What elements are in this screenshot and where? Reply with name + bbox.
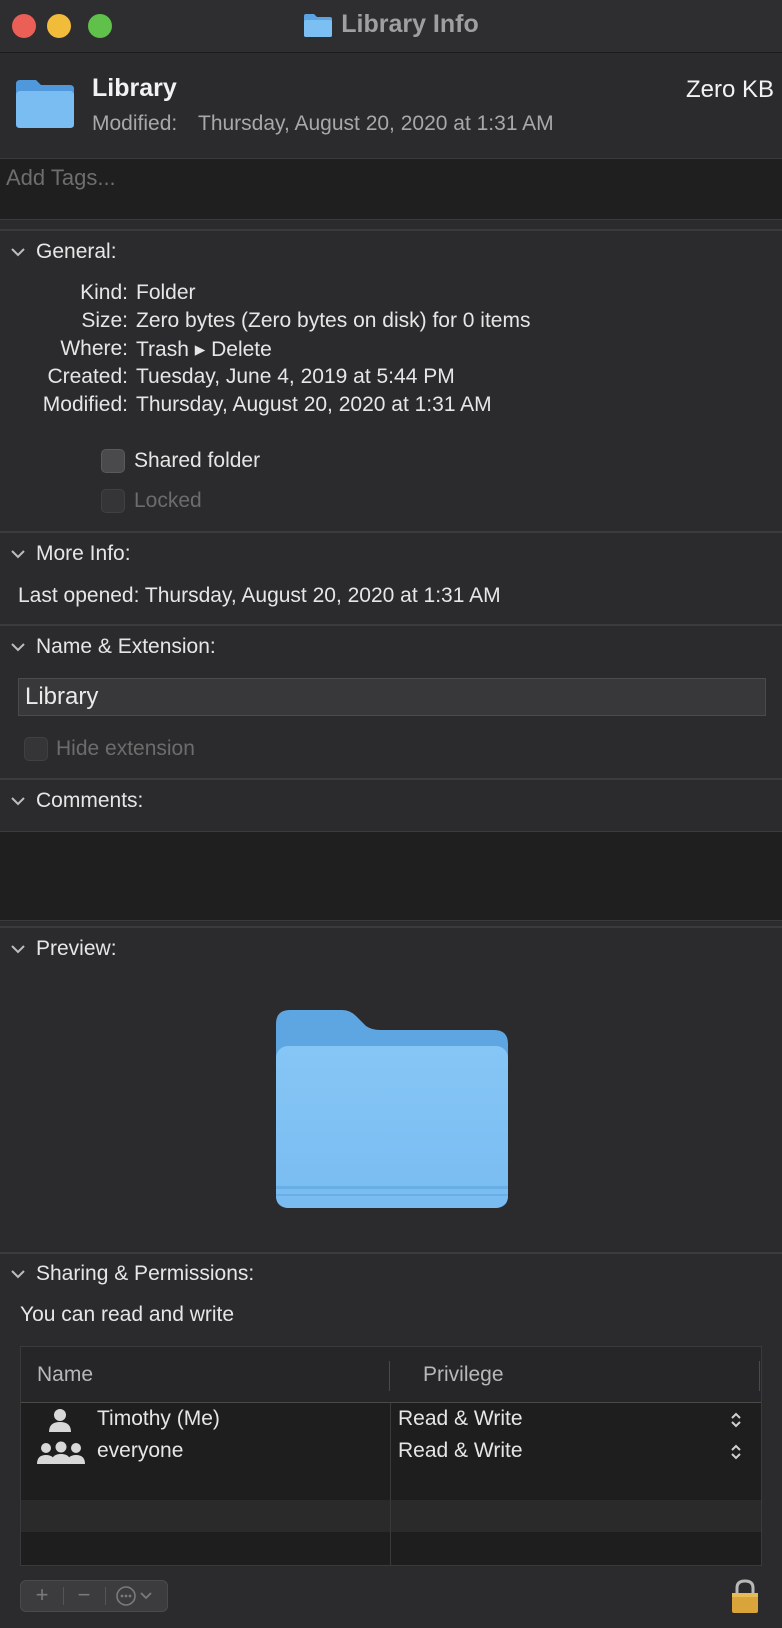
comments-textarea[interactable]	[0, 831, 782, 921]
created-label: Created:	[47, 365, 128, 388]
chevron-updown-icon[interactable]	[729, 1442, 743, 1462]
folder-icon	[14, 78, 76, 130]
comments-section-toggle[interactable]: Comments:	[10, 789, 143, 813]
group-icon	[37, 1440, 85, 1464]
window-title-wrap: Library Info	[0, 10, 782, 39]
column-separator	[390, 1403, 391, 1565]
remove-button[interactable]: −	[67, 1581, 101, 1611]
table-row[interactable]: Timothy (Me) Read & Write	[21, 1404, 761, 1436]
kind-label: Kind:	[80, 281, 128, 304]
modified-label: Modified:	[92, 112, 178, 135]
divider	[0, 926, 782, 928]
toolbar-separator	[63, 1587, 64, 1605]
preview-heading: Preview:	[36, 937, 117, 960]
where-value: Trash ▸ Delete	[136, 338, 272, 361]
last-opened-text: Last opened: Thursday, August 20, 2020 a…	[18, 584, 501, 607]
chevron-down-icon	[10, 794, 26, 808]
table-header: Name Privilege	[21, 1347, 761, 1403]
empty-row	[21, 1500, 761, 1532]
user-name: Timothy (Me)	[97, 1407, 220, 1430]
title-bar: Library Info	[0, 0, 782, 53]
modified-row-label: Modified:	[42, 393, 128, 416]
divider	[0, 778, 782, 780]
chevron-down-icon	[10, 245, 26, 259]
permission-toolbar: + −	[20, 1580, 168, 1612]
sharing-heading: Sharing & Permissions:	[36, 1262, 255, 1285]
divider	[0, 1252, 782, 1254]
locked-checkbox	[101, 489, 125, 513]
general-section-toggle[interactable]: General:	[10, 240, 117, 264]
general-heading: General:	[36, 240, 117, 263]
column-separator	[759, 1361, 760, 1391]
chevron-down-icon	[10, 640, 26, 654]
permissions-table: Name Privilege Timothy (Me) Read & Write…	[20, 1346, 762, 1566]
privilege-select[interactable]: Read & Write	[398, 1407, 523, 1431]
created-value: Tuesday, June 4, 2019 at 5:44 PM	[136, 365, 455, 388]
locked-label: Locked	[134, 489, 202, 512]
hide-extension-checkbox	[24, 737, 48, 761]
toolbar-separator	[105, 1587, 106, 1605]
file-name: Library	[92, 74, 177, 102]
file-size: Zero KB	[685, 76, 774, 103]
window-title: Library Info	[341, 10, 479, 38]
divider	[0, 229, 782, 231]
action-menu-button[interactable]	[111, 1581, 161, 1611]
size-label: Size:	[81, 309, 128, 332]
column-separator	[389, 1361, 390, 1391]
folder-preview-icon	[272, 1006, 512, 1212]
where-label: Where:	[60, 337, 128, 360]
divider	[0, 624, 782, 626]
name-input[interactable]: Library	[18, 678, 766, 716]
preview-section-toggle[interactable]: Preview:	[10, 937, 117, 961]
tags-field[interactable]: Add Tags...	[0, 158, 782, 220]
more-info-section-toggle[interactable]: More Info:	[10, 542, 131, 566]
modified-value: Thursday, August 20, 2020 at 1:31 AM	[198, 112, 554, 135]
add-button[interactable]: +	[25, 1581, 59, 1611]
name-extension-heading: Name & Extension:	[36, 635, 216, 658]
hide-extension-label: Hide extension	[56, 737, 195, 760]
table-row[interactable]: everyone Read & Write	[21, 1436, 761, 1468]
comments-heading: Comments:	[36, 789, 144, 812]
column-header-name[interactable]: Name	[37, 1363, 93, 1387]
chevron-down-icon	[10, 1267, 26, 1281]
column-header-privilege[interactable]: Privilege	[423, 1363, 504, 1387]
chevron-down-icon	[10, 547, 26, 561]
user-name: everyone	[97, 1439, 184, 1462]
modified-row-value: Thursday, August 20, 2020 at 1:31 AM	[136, 393, 492, 416]
empty-row	[21, 1532, 761, 1564]
more-info-heading: More Info:	[36, 542, 131, 565]
divider	[0, 531, 782, 533]
info-header: Library Zero KB Modified: Thursday, Augu…	[0, 54, 782, 158]
name-extension-section-toggle[interactable]: Name & Extension:	[10, 635, 216, 659]
permission-note: You can read and write	[20, 1303, 235, 1326]
chevron-down-icon	[10, 942, 26, 956]
shared-folder-label[interactable]: Shared folder	[134, 449, 260, 473]
sharing-section-toggle[interactable]: Sharing & Permissions:	[10, 1262, 254, 1286]
chevron-updown-icon[interactable]	[729, 1410, 743, 1430]
empty-row	[21, 1468, 761, 1500]
lock-icon[interactable]	[730, 1578, 760, 1614]
person-icon	[49, 1408, 71, 1432]
shared-folder-checkbox[interactable]	[101, 449, 125, 473]
folder-icon	[303, 12, 333, 38]
size-value: Zero bytes (Zero bytes on disk) for 0 it…	[136, 309, 531, 332]
kind-value: Folder	[136, 281, 196, 304]
privilege-select[interactable]: Read & Write	[398, 1439, 523, 1463]
